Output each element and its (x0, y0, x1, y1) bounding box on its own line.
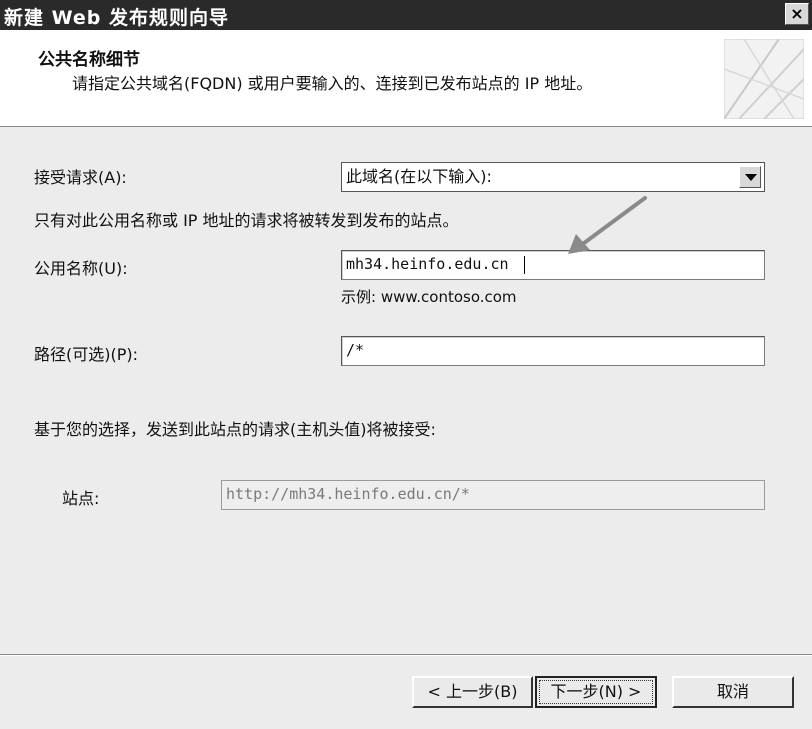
info-text: 只有对此公用名称或 IP 地址的请求将被转发到发布的站点。 (34, 211, 459, 230)
accept-request-label: 接受请求(A): (34, 168, 127, 187)
text-caret (524, 256, 525, 274)
header-description: 请指定公共域名(FQDN) 或用户要输入的、连接到已发布站点的 IP 地址。 (72, 74, 593, 93)
public-name-input[interactable]: mh34.heinfo.edu.cn (341, 250, 765, 280)
summary-text: 基于您的选择，发送到此站点的请求(主机头值)将被接受: (34, 420, 436, 439)
back-button[interactable]: < 上一步(B) (412, 676, 533, 708)
accept-request-value: 此域名(在以下输入): (346, 167, 492, 186)
arrow-annotation-icon (568, 196, 647, 254)
title-bar: 新建 Web 发布规则向导 × (0, 0, 812, 30)
next-button[interactable]: 下一步(N) > (535, 676, 657, 708)
accept-request-select[interactable]: 此域名(在以下输入): (341, 162, 765, 192)
wizard-header: 公共名称细节 请指定公共域名(FQDN) 或用户要输入的、连接到已发布站点的 I… (0, 30, 812, 127)
chevron-down-icon[interactable] (739, 166, 761, 188)
path-label: 路径(可选)(P): (34, 345, 139, 364)
cancel-button[interactable]: 取消 (672, 676, 794, 708)
wizard-banner-icon (724, 39, 804, 119)
site-label: 站点: (62, 489, 100, 508)
close-button[interactable]: × (785, 3, 809, 25)
header-title: 公共名称细节 (38, 50, 140, 70)
window-title: 新建 Web 发布规则向导 (4, 7, 229, 29)
wizard-window: 新建 Web 发布规则向导 × 公共名称细节 请指定公共域名(FQDN) 或用户… (0, 0, 812, 729)
footer-divider (0, 654, 812, 656)
path-input[interactable]: /* (341, 336, 765, 366)
example-text: 示例: www.contoso.com (341, 288, 517, 306)
public-name-label: 公用名称(U): (34, 259, 128, 278)
site-field: http://mh34.heinfo.edu.cn/* (221, 480, 765, 510)
next-button-label: 下一步(N) > (539, 680, 653, 704)
